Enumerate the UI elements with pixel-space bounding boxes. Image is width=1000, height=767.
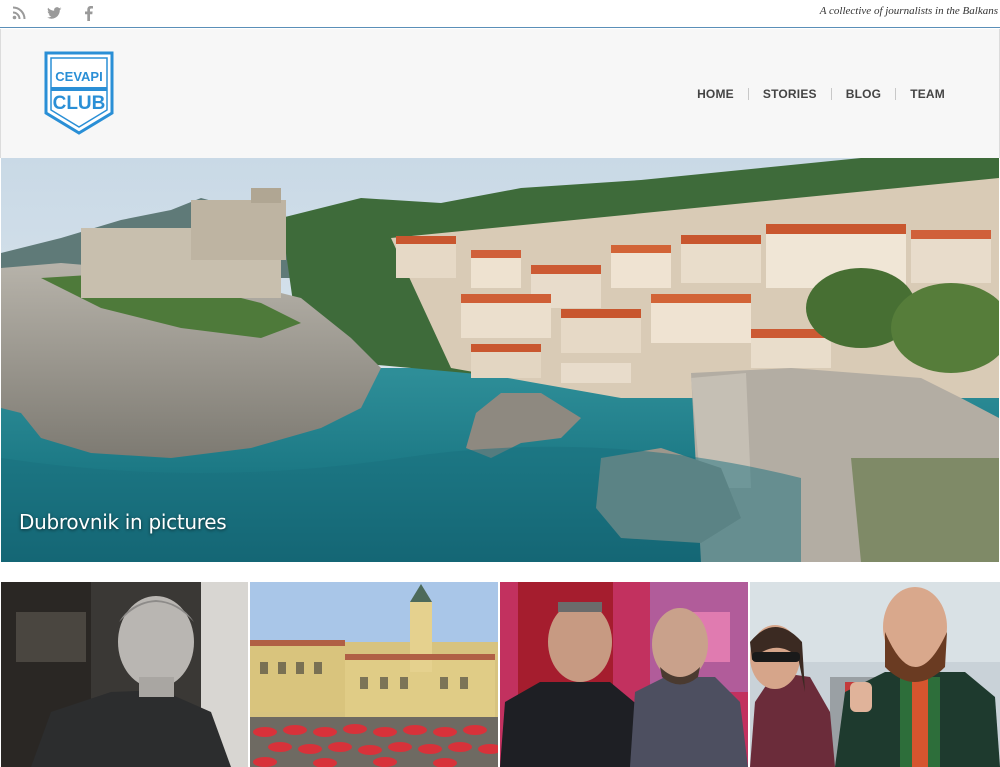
facebook-icon[interactable] bbox=[78, 4, 98, 22]
hero-slide[interactable]: Dubrovnik in pictures bbox=[1, 158, 999, 562]
thumbnail-image bbox=[1, 582, 248, 767]
thumbnail-market[interactable] bbox=[250, 582, 498, 767]
site-tagline: A collective of journalists in the Balka… bbox=[819, 5, 998, 17]
thumbnail-image bbox=[500, 582, 748, 767]
nav-stories[interactable]: STORIES bbox=[749, 87, 831, 101]
twitter-icon[interactable] bbox=[44, 4, 64, 22]
main-nav: HOME STORIES BLOG TEAM bbox=[683, 87, 959, 101]
thumbnail-image bbox=[750, 582, 1000, 767]
logo-text-top: CEVAPI bbox=[55, 69, 102, 84]
site-header: CEVAPI CLUB HOME STORIES BLOG TEAM bbox=[0, 29, 1000, 158]
top-bar: A collective of journalists in the Balka… bbox=[0, 0, 1000, 28]
hero-caption[interactable]: Dubrovnik in pictures bbox=[19, 510, 227, 534]
thumbnail-outdoors[interactable] bbox=[750, 582, 1000, 767]
logo-text-bottom: CLUB bbox=[53, 93, 106, 114]
hero-image bbox=[1, 158, 999, 562]
site-logo[interactable]: CEVAPI CLUB bbox=[44, 51, 114, 135]
thumbnail-image bbox=[250, 582, 498, 767]
rss-icon[interactable] bbox=[9, 4, 29, 22]
nav-home[interactable]: HOME bbox=[683, 87, 748, 101]
thumbnail-portrait[interactable] bbox=[1, 582, 248, 767]
thumbnail-bar[interactable] bbox=[500, 582, 748, 767]
nav-team[interactable]: TEAM bbox=[896, 87, 959, 101]
nav-blog[interactable]: BLOG bbox=[832, 87, 895, 101]
story-thumbnails bbox=[0, 582, 1000, 767]
